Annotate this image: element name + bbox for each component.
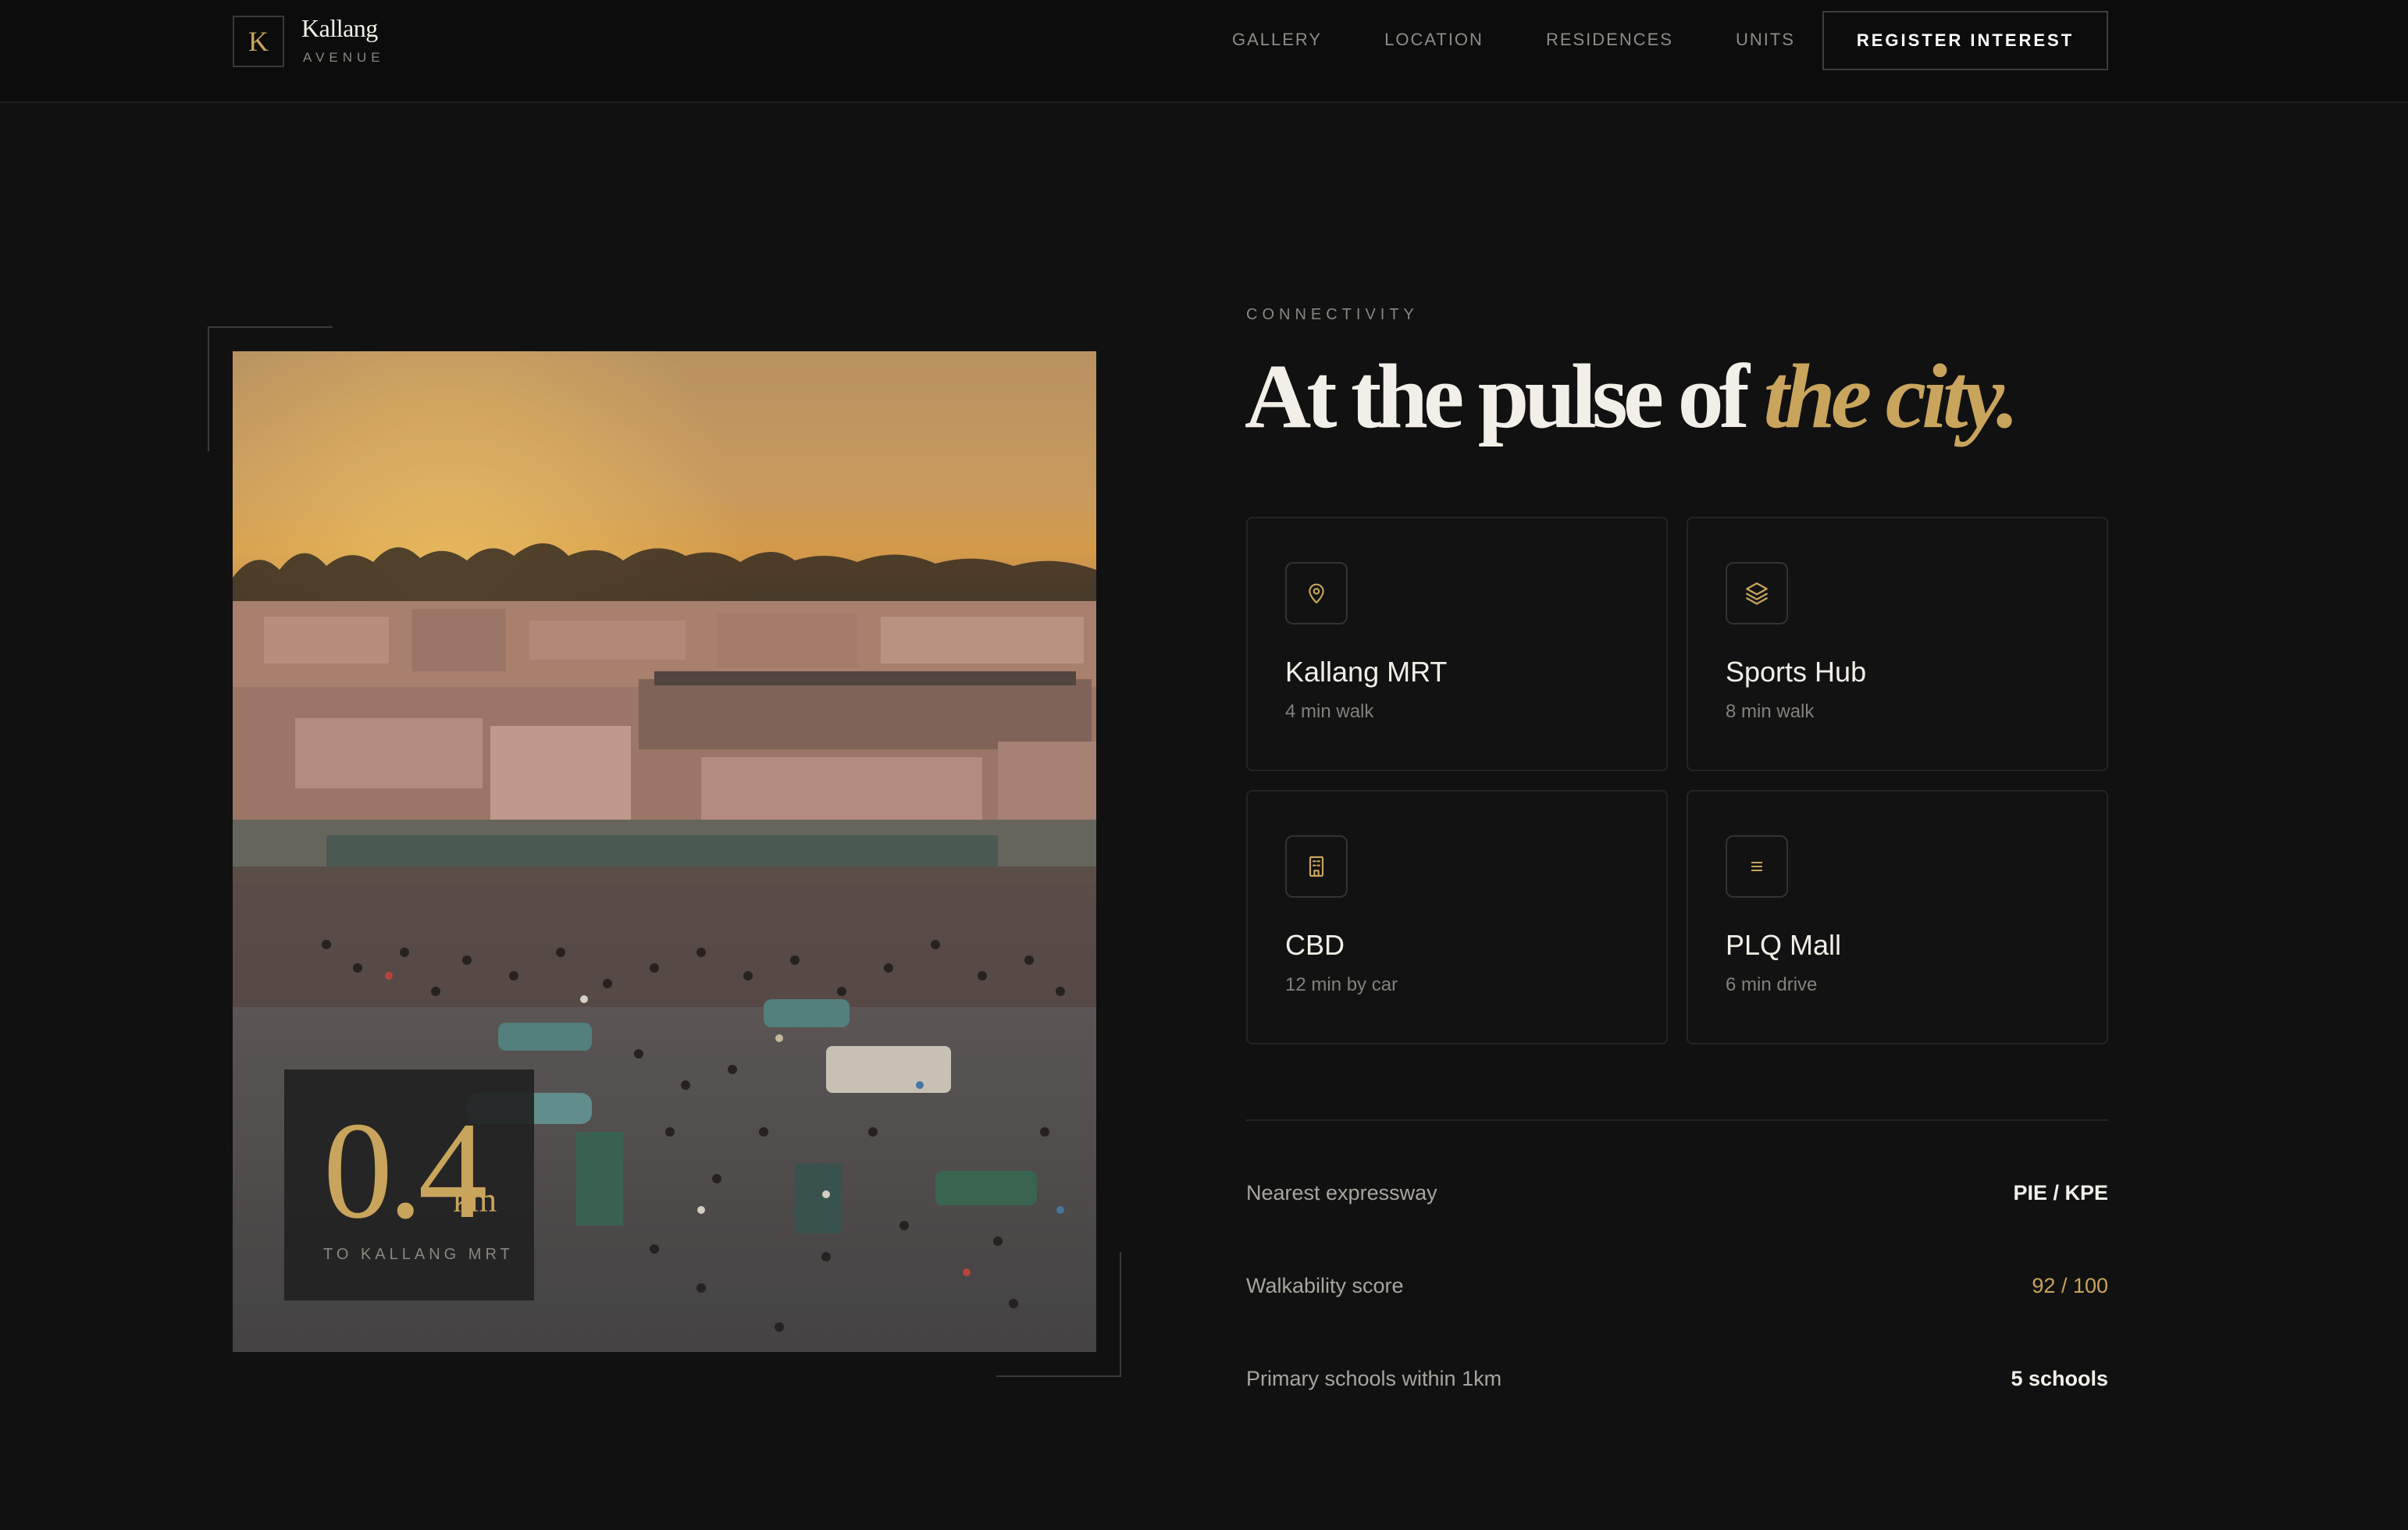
menu-lines-icon <box>1726 835 1788 898</box>
building-icon <box>1285 835 1348 898</box>
distance-caption: TO KALLANG MRT <box>323 1246 514 1263</box>
headline-main: At the pulse of <box>1245 345 1764 447</box>
fact-row-walkability: Walkability score 92 / 100 <box>1246 1270 2108 1301</box>
fact-label: Walkability score <box>1246 1273 1404 1297</box>
site-header: K Kallang AVENUE GALLERY LOCATION RESIDE… <box>0 0 2408 103</box>
place-title: Kallang MRT <box>1285 656 1448 688</box>
place-subtitle: 12 min by car <box>1285 974 1398 995</box>
place-card-plq-mall[interactable]: PLQ Mall 6 min drive <box>1687 790 2108 1044</box>
fact-row-expressway: Nearest expressway PIE / KPE <box>1246 1177 2108 1208</box>
distance-unit: km <box>453 1181 497 1219</box>
place-subtitle: 8 min walk <box>1726 701 1815 722</box>
section-headline: At the pulse of the city. <box>1245 343 2019 450</box>
place-card-cbd[interactable]: CBD 12 min by car <box>1246 790 1668 1044</box>
place-title: Sports Hub <box>1726 656 1867 688</box>
place-title: CBD <box>1285 929 1345 961</box>
fact-value: 92 / 100 <box>2032 1273 2108 1297</box>
main-nav: GALLERY LOCATION RESIDENCES UNITS <box>1232 30 1795 50</box>
register-interest-button[interactable]: REGISTER INTEREST <box>1822 11 2108 70</box>
place-subtitle: 6 min drive <box>1726 974 1818 995</box>
facts-divider <box>1246 1119 2108 1121</box>
frame-corner-bottom-right-vertical <box>1120 1252 1121 1377</box>
fact-row-schools: Primary schools within 1km 5 schools <box>1246 1363 2108 1394</box>
frame-corner-top-left-vertical <box>208 326 209 451</box>
fact-label: Nearest expressway <box>1246 1180 1437 1204</box>
frame-corner-bottom-right <box>996 1375 1121 1377</box>
place-card-kallang-mrt[interactable]: Kallang MRT 4 min walk <box>1246 517 1668 771</box>
layers-icon <box>1726 562 1788 624</box>
nav-link-gallery[interactable]: GALLERY <box>1232 30 1322 50</box>
fact-value: 5 schools <box>2011 1366 2108 1390</box>
logo-mark[interactable]: K <box>233 16 284 67</box>
brand-subtitle: AVENUE <box>303 50 385 65</box>
fact-label: Primary schools within 1km <box>1246 1366 1502 1390</box>
headline-accent: the city. <box>1763 345 2019 447</box>
nav-link-residences[interactable]: RESIDENCES <box>1546 30 1673 50</box>
place-subtitle: 4 min walk <box>1285 701 1374 722</box>
frame-corner-top-left <box>208 326 333 328</box>
brand-name[interactable]: Kallang <box>301 14 378 43</box>
nav-link-location[interactable]: LOCATION <box>1384 30 1484 50</box>
map-pin-icon <box>1285 562 1348 624</box>
place-title: PLQ Mall <box>1726 929 1842 961</box>
distance-stat-card: 0.4 km TO KALLANG MRT <box>284 1069 534 1300</box>
place-card-sports-hub[interactable]: Sports Hub 8 min walk <box>1687 517 2108 771</box>
section-eyebrow: CONNECTIVITY <box>1246 306 1419 323</box>
fact-value: PIE / KPE <box>2013 1180 2108 1204</box>
nav-link-units[interactable]: UNITS <box>1736 30 1795 50</box>
